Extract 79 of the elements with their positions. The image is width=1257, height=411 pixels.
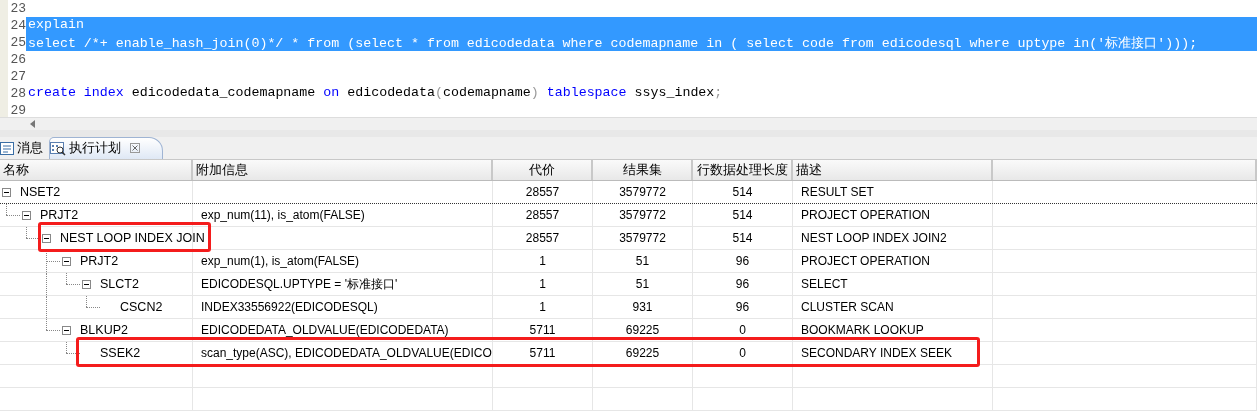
- table-cell: exp_num(11), is_atom(FALSE): [193, 204, 493, 226]
- table-cell: 5711: [493, 319, 593, 341]
- collapse-icon[interactable]: [22, 210, 31, 220]
- table-cell: SECONDARY INDEX SEEK: [793, 342, 993, 364]
- table-cell: CLUSTER SCAN: [793, 296, 993, 318]
- node-name: CSCN2: [120, 299, 163, 316]
- table-cell: 1: [493, 273, 593, 295]
- table-cell: EDICODESQL.UPTYPE = '标准接口': [193, 273, 493, 295]
- table-cell: 0: [693, 319, 793, 341]
- code-line: create index edicodedata_codemapname on edicodedata(codemapname) tablespace ssys_index;: [27, 85, 724, 102]
- table-cell: 5711: [493, 342, 593, 364]
- table-cell: INDEX33556922(EDICODESQL): [193, 296, 493, 318]
- node-name: SLCT2: [100, 276, 139, 293]
- plan-row[interactable]: PRJT2 exp_num(1), is_atom(FALSE) 1 51 96 PROJECT OPERATION: [0, 250, 1257, 273]
- node-name: NSET2: [20, 184, 61, 201]
- collapse-icon[interactable]: [42, 233, 51, 243]
- table-cell: 514: [693, 181, 793, 203]
- line-number: 28: [0, 85, 26, 102]
- line-number: 23: [0, 0, 26, 17]
- collapse-icon[interactable]: [62, 325, 71, 335]
- table-cell: 0: [693, 342, 793, 364]
- table-cell: 3579772: [593, 204, 693, 226]
- plan-row[interactable]: CSCN2 INDEX33556922(EDICODESQL) 1 931 96 CLUSTER SCAN: [0, 296, 1257, 319]
- table-cell: EDICODEDATA_OLDVALUE(EDICODEDATA): [193, 319, 493, 341]
- line-number: 26: [0, 51, 26, 68]
- plan-row[interactable]: BLKUP2 EDICODEDATA_OLDVALUE(EDICODEDATA) 5711 69225 0 BOOKMARK LOOKUP: [0, 319, 1257, 342]
- plan-row[interactable]: SLCT2 EDICODESQL.UPTYPE = '标准接口' 1 51 96 SELECT: [0, 273, 1257, 296]
- table-cell: RESULT SET: [793, 181, 993, 203]
- grid-search-icon: [50, 140, 66, 156]
- table-cell: PROJECT OPERATION: [793, 204, 993, 226]
- plan-row[interactable]: NEST LOOP INDEX JOIN 28557 3579772 514 NEST LOOP INDEX JOIN2: [0, 227, 1257, 250]
- table-cell: 3579772: [593, 227, 693, 249]
- table-cell: 96: [693, 273, 793, 295]
- table-cell: 1: [493, 250, 593, 272]
- line-number: 27: [0, 68, 26, 85]
- collapse-icon[interactable]: [82, 279, 91, 289]
- table-cell: 51: [593, 273, 693, 295]
- line-number: 25: [0, 34, 26, 51]
- table-cell: BOOKMARK LOOKUP: [793, 319, 993, 341]
- table-cell: 28557: [493, 204, 593, 226]
- table-cell: 514: [693, 227, 793, 249]
- table-cell: NEST LOOP INDEX JOIN2: [793, 227, 993, 249]
- node-name: SSEK2: [100, 345, 141, 362]
- table-cell: 69225: [593, 342, 693, 364]
- table-cell: 51: [593, 250, 693, 272]
- column-header[interactable]: 描述: [793, 159, 993, 180]
- table-cell: 28557: [493, 181, 593, 203]
- panel-tab[interactable]: 执行计划: [49, 136, 163, 159]
- column-header[interactable]: 结果集: [593, 159, 693, 180]
- table-cell: exp_num(1), is_atom(FALSE): [193, 250, 493, 272]
- plan-row[interactable]: NSET2 28557 3579772 514 RESULT SET: [0, 181, 1257, 204]
- table-cell: 1: [493, 296, 593, 318]
- column-header[interactable]: 行数据处理长度: [693, 159, 793, 180]
- table-cell: 96: [693, 250, 793, 272]
- column-header[interactable]: 名称: [0, 159, 193, 180]
- table-cell: 28557: [493, 227, 593, 249]
- node-name: PRJT2: [40, 207, 79, 224]
- column-header[interactable]: 代价: [493, 159, 593, 180]
- plan-row[interactable]: PRJT2 exp_num(11), is_atom(FALSE) 28557 3579772 514 PROJECT OPERATION: [0, 204, 1257, 227]
- collapse-icon[interactable]: [2, 187, 11, 197]
- message-icon: [0, 141, 14, 155]
- node-name: PRJT2: [80, 253, 119, 270]
- table-cell: 931: [593, 296, 693, 318]
- plan-row[interactable]: SSEK2 scan_type(ASC), EDICODEDATA_OLDVALUE(EDICO 5711 69225 0 SECONDARY INDEX SEEK: [0, 342, 1257, 365]
- table-cell: PROJECT OPERATION: [793, 250, 993, 272]
- table-cell: scan_type(ASC), EDICODEDATA_OLDVALUE(EDICO: [193, 342, 493, 364]
- table-cell: SELECT: [793, 273, 993, 295]
- table-cell: 3579772: [593, 181, 693, 203]
- node-name: BLKUP2: [80, 322, 128, 339]
- scroll-left-icon[interactable]: [30, 120, 35, 129]
- line-number: 24: [0, 17, 26, 34]
- node-name: NEST LOOP INDEX JOIN: [60, 230, 205, 247]
- table-cell: 69225: [593, 319, 693, 341]
- table-cell: 514: [693, 204, 793, 226]
- collapse-icon[interactable]: [62, 256, 71, 266]
- close-icon[interactable]: [130, 143, 140, 154]
- panel-tab[interactable]: 消息: [0, 137, 49, 159]
- column-header[interactable]: 附加信息: [193, 159, 493, 180]
- table-cell: 96: [693, 296, 793, 318]
